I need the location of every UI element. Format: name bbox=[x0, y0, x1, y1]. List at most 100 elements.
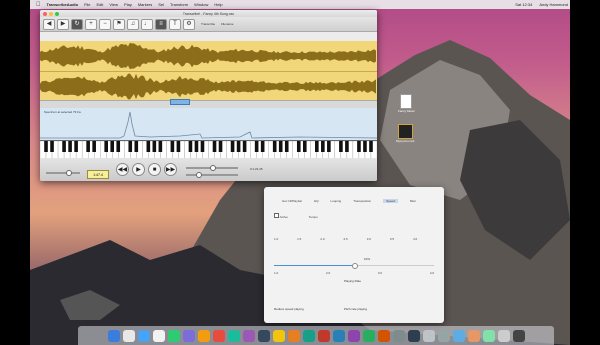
dock-app-icon[interactable] bbox=[512, 329, 525, 342]
tab-looping[interactable]: Looping bbox=[331, 199, 342, 203]
speed-opt-7[interactable]: 4.0 bbox=[413, 237, 417, 241]
window-titlebar[interactable]: Transcribe! - Fancy 4th Song.xsc bbox=[40, 10, 377, 17]
dock-app-icon[interactable] bbox=[152, 329, 165, 342]
tab-playbar[interactable]: Get CDPlaybar bbox=[282, 199, 302, 203]
tuning-icon[interactable]: ♩ bbox=[141, 18, 153, 30]
waveform-left[interactable] bbox=[40, 41, 377, 71]
slider-knob[interactable] bbox=[352, 263, 358, 269]
tab-speed[interactable]: Speed bbox=[383, 199, 398, 203]
menu-transform[interactable]: Transform bbox=[170, 2, 188, 7]
window-title: Transcribe! - Fancy 4th Song.xsc bbox=[182, 11, 235, 16]
dock-app-icon[interactable] bbox=[317, 329, 330, 342]
dock-app-icon[interactable] bbox=[482, 329, 495, 342]
piano-keys bbox=[40, 140, 377, 160]
menu-bar:  TranscribeAudio File Edit View Play Ma… bbox=[30, 0, 570, 9]
tab-transposition[interactable]: Transposition bbox=[353, 199, 371, 203]
active-checkbox[interactable] bbox=[274, 213, 279, 218]
dock-app-icon[interactable] bbox=[437, 329, 450, 342]
play-button[interactable]: ▶ bbox=[132, 163, 145, 176]
dock-app-icon[interactable] bbox=[347, 329, 360, 342]
dock-app-icon[interactable] bbox=[422, 329, 435, 342]
playback-controls: 1:47.4 ◀◀ ▶ ■ ▶▶ 0:1:23.45 bbox=[40, 158, 377, 181]
selection-marker[interactable] bbox=[170, 99, 190, 105]
menu-edit[interactable]: Edit bbox=[97, 2, 104, 7]
menu-play[interactable]: Play bbox=[124, 2, 132, 7]
text-icon[interactable]: T bbox=[169, 18, 181, 30]
loop-icon[interactable]: ↻ bbox=[71, 18, 83, 30]
dock-app-icon[interactable] bbox=[452, 329, 465, 342]
user-name[interactable]: Andy Hammond bbox=[539, 2, 568, 7]
desktop-file-icon[interactable]: Fancy Music bbox=[398, 94, 415, 113]
toolbar-label-2: Filename bbox=[221, 22, 234, 26]
tab-eq[interactable]: EQ bbox=[314, 199, 318, 203]
rewind-icon[interactable]: ◀ bbox=[43, 18, 55, 30]
dock-app-icon[interactable] bbox=[227, 329, 240, 342]
menu-file[interactable]: File bbox=[84, 2, 90, 7]
zoom-in-icon[interactable]: + bbox=[85, 18, 97, 30]
play-icon[interactable]: ▶ bbox=[57, 18, 69, 30]
eq-icon[interactable]: ≡ bbox=[155, 18, 167, 30]
forward-button[interactable]: ▶▶ bbox=[164, 163, 177, 176]
spectrum-view[interactable]: Spectrum at selected 79 Fa bbox=[40, 108, 377, 140]
stop-button[interactable]: ■ bbox=[148, 163, 161, 176]
speed-opt-5[interactable]: 3.0 bbox=[367, 237, 371, 241]
menu-markers[interactable]: Markers bbox=[138, 2, 152, 7]
volume-slider[interactable] bbox=[46, 170, 80, 176]
panel-tabs: Get CDPlaybar EQ Looping Transposition S… bbox=[282, 199, 416, 203]
piano-keyboard[interactable] bbox=[40, 140, 377, 160]
dock-app-icon[interactable] bbox=[392, 329, 405, 342]
dock-app-icon[interactable] bbox=[362, 329, 375, 342]
dock-app-icon[interactable] bbox=[257, 329, 270, 342]
speed-slider[interactable] bbox=[186, 165, 238, 171]
speed-opt-4[interactable]: 2.5 bbox=[344, 237, 348, 241]
tab-misc[interactable]: Misc bbox=[410, 199, 416, 203]
dock-app-icon[interactable] bbox=[302, 329, 315, 342]
dock-app-icon[interactable] bbox=[197, 329, 210, 342]
menu-window[interactable]: Window bbox=[194, 2, 208, 7]
dock-app-icon[interactable] bbox=[407, 329, 420, 342]
dock-app-icon[interactable] bbox=[107, 329, 120, 342]
menu-sel[interactable]: Sel bbox=[158, 2, 164, 7]
dock-app-icon[interactable] bbox=[242, 329, 255, 342]
dock-app-icon[interactable] bbox=[212, 329, 225, 342]
dock-app-icon[interactable] bbox=[467, 329, 480, 342]
apple-menu-icon[interactable]:  bbox=[36, 2, 41, 8]
zoom-icon[interactable] bbox=[55, 11, 59, 16]
desktop-album-icon[interactable]: MyLyrics.mp4 bbox=[396, 124, 414, 143]
dock-app-icon[interactable] bbox=[182, 329, 195, 342]
footer-left[interactable]: Reduce speed playing bbox=[274, 307, 304, 311]
speed-opt-6[interactable]: 3.5 bbox=[390, 237, 394, 241]
dock-app-icon[interactable] bbox=[287, 329, 300, 342]
pitch-slider[interactable] bbox=[186, 172, 238, 178]
footer-right[interactable]: Pitch rate playing bbox=[344, 307, 367, 311]
playing-rate-slider[interactable] bbox=[274, 263, 434, 269]
speed-opt-1[interactable]: 1.0 bbox=[274, 237, 278, 241]
settings-icon[interactable]: ⚙ bbox=[183, 18, 195, 30]
dock-app-icon[interactable] bbox=[272, 329, 285, 342]
rewind-button[interactable]: ◀◀ bbox=[116, 163, 129, 176]
speed-opt-2[interactable]: 1.5 bbox=[297, 237, 301, 241]
desktop-icon2-label: MyLyrics.mp4 bbox=[396, 139, 415, 143]
waveform-right[interactable] bbox=[40, 71, 377, 101]
close-icon[interactable] bbox=[43, 11, 47, 16]
dock-app-icon[interactable] bbox=[122, 329, 135, 342]
dock-app-icon[interactable] bbox=[377, 329, 390, 342]
minimize-icon[interactable] bbox=[49, 11, 53, 16]
menu-help[interactable]: Help bbox=[214, 2, 222, 7]
note-icon[interactable]: ♫ bbox=[127, 18, 139, 30]
toolbar: ◀ ▶ ↻ + − ⚑ ♫ ♩ ≡ T ⚙ Transcribe Filenam… bbox=[40, 17, 377, 32]
app-menu[interactable]: TranscribeAudio bbox=[47, 2, 79, 7]
dock-app-icon[interactable] bbox=[167, 329, 180, 342]
mode-label: Active bbox=[279, 215, 288, 219]
menu-view[interactable]: View bbox=[109, 2, 118, 7]
window-controls bbox=[43, 11, 59, 16]
dock-app-icon[interactable] bbox=[137, 329, 150, 342]
zoom-out-icon[interactable]: − bbox=[99, 18, 111, 30]
speed-opt-3[interactable]: 2.0 bbox=[320, 237, 324, 241]
dock-app-icon[interactable] bbox=[497, 329, 510, 342]
dock-app-icon[interactable] bbox=[332, 329, 345, 342]
marker-icon[interactable]: ⚑ bbox=[113, 18, 125, 30]
clock[interactable]: Sat 12:34 bbox=[515, 2, 532, 7]
scale-label-1: 1.0 bbox=[274, 271, 279, 275]
dock bbox=[78, 326, 554, 345]
